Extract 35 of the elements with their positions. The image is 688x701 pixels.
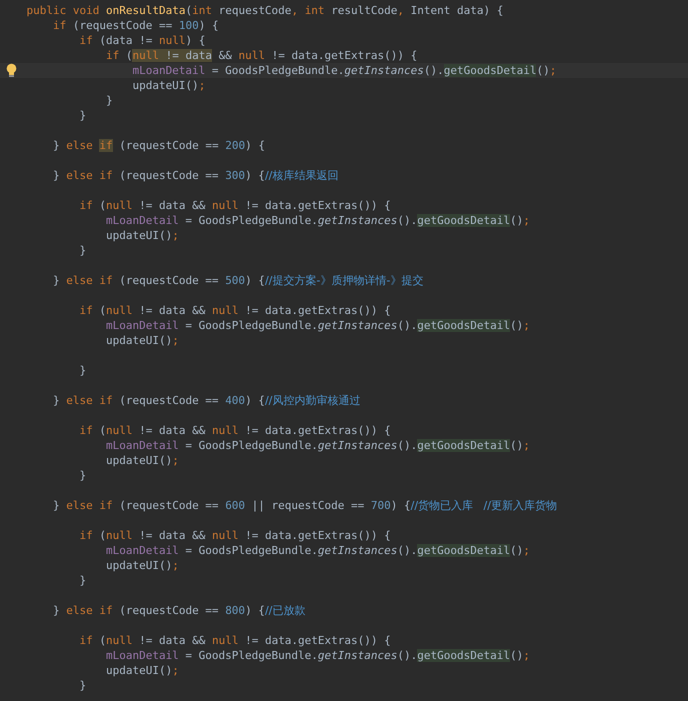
- code-line: updateUI();: [104, 333, 179, 348]
- code-line: updateUI();: [104, 558, 179, 573]
- code-line: mLoanDetail = GoodsPledgeBundle.getInstances().getGoodsDetail();: [104, 648, 530, 663]
- lightbulb-icon[interactable]: [5, 63, 18, 78]
- code-line: if (null != data && null != data.getExtras()) {: [78, 633, 391, 648]
- code-line: }: [78, 573, 86, 588]
- code-line: if (null != data && null != data.getExtras()) {: [78, 303, 391, 318]
- code-line: }: [104, 93, 113, 108]
- code-line: }: [78, 243, 86, 258]
- code-line: if (null != data && null != data.getExtras()) {: [78, 528, 391, 543]
- code-line: if (data != null) {: [78, 33, 206, 48]
- code-line: }: [78, 468, 86, 483]
- code-line: updateUI();: [131, 78, 206, 93]
- code-line: updateUI();: [104, 453, 179, 468]
- code-line: if (requestCode == 100) {: [52, 18, 219, 33]
- code-line: } else if (requestCode == 500) {//提交方案-》质押物详情-》提交: [52, 273, 424, 288]
- code-line: mLoanDetail = GoodsPledgeBundle.getInstances().getGoodsDetail();: [104, 438, 530, 453]
- code-line: if (null != data && null != data.getExtras()) {: [78, 198, 391, 213]
- code-line: if (null != data && null != data.getExtras()) {: [104, 48, 418, 63]
- code-line: }: [78, 678, 86, 693]
- code-line: updateUI();: [104, 663, 179, 678]
- code-line: } else if (requestCode == 400) {//风控内勤审核通过: [52, 393, 360, 408]
- code-line: } else if (requestCode == 600 || requestCode == 700) {//货物已入库 //更新入库货物: [52, 498, 557, 513]
- code-line: mLoanDetail = GoodsPledgeBundle.getInstances().getGoodsDetail();: [131, 63, 556, 78]
- code-line: mLoanDetail = GoodsPledgeBundle.getInstances().getGoodsDetail();: [104, 318, 530, 333]
- code-line: }: [78, 108, 86, 123]
- code-line: } else if (requestCode == 200) {: [52, 138, 265, 153]
- code-line: if (null != data && null != data.getExtras()) {: [78, 423, 391, 438]
- code-line: }: [78, 363, 86, 378]
- code-line: mLoanDetail = GoodsPledgeBundle.getInstances().getGoodsDetail();: [104, 213, 530, 228]
- code-line: mLoanDetail = GoodsPledgeBundle.getInstances().getGoodsDetail();: [104, 543, 530, 558]
- code-line: } else if (requestCode == 300) {//核库结果返回: [52, 168, 338, 183]
- code-line: } else if (requestCode == 800) {//已放款: [52, 603, 306, 618]
- code-line: updateUI();: [104, 228, 179, 243]
- code-line: public void onResultData(int requestCode, int resultCode, Intent data) {: [25, 3, 504, 18]
